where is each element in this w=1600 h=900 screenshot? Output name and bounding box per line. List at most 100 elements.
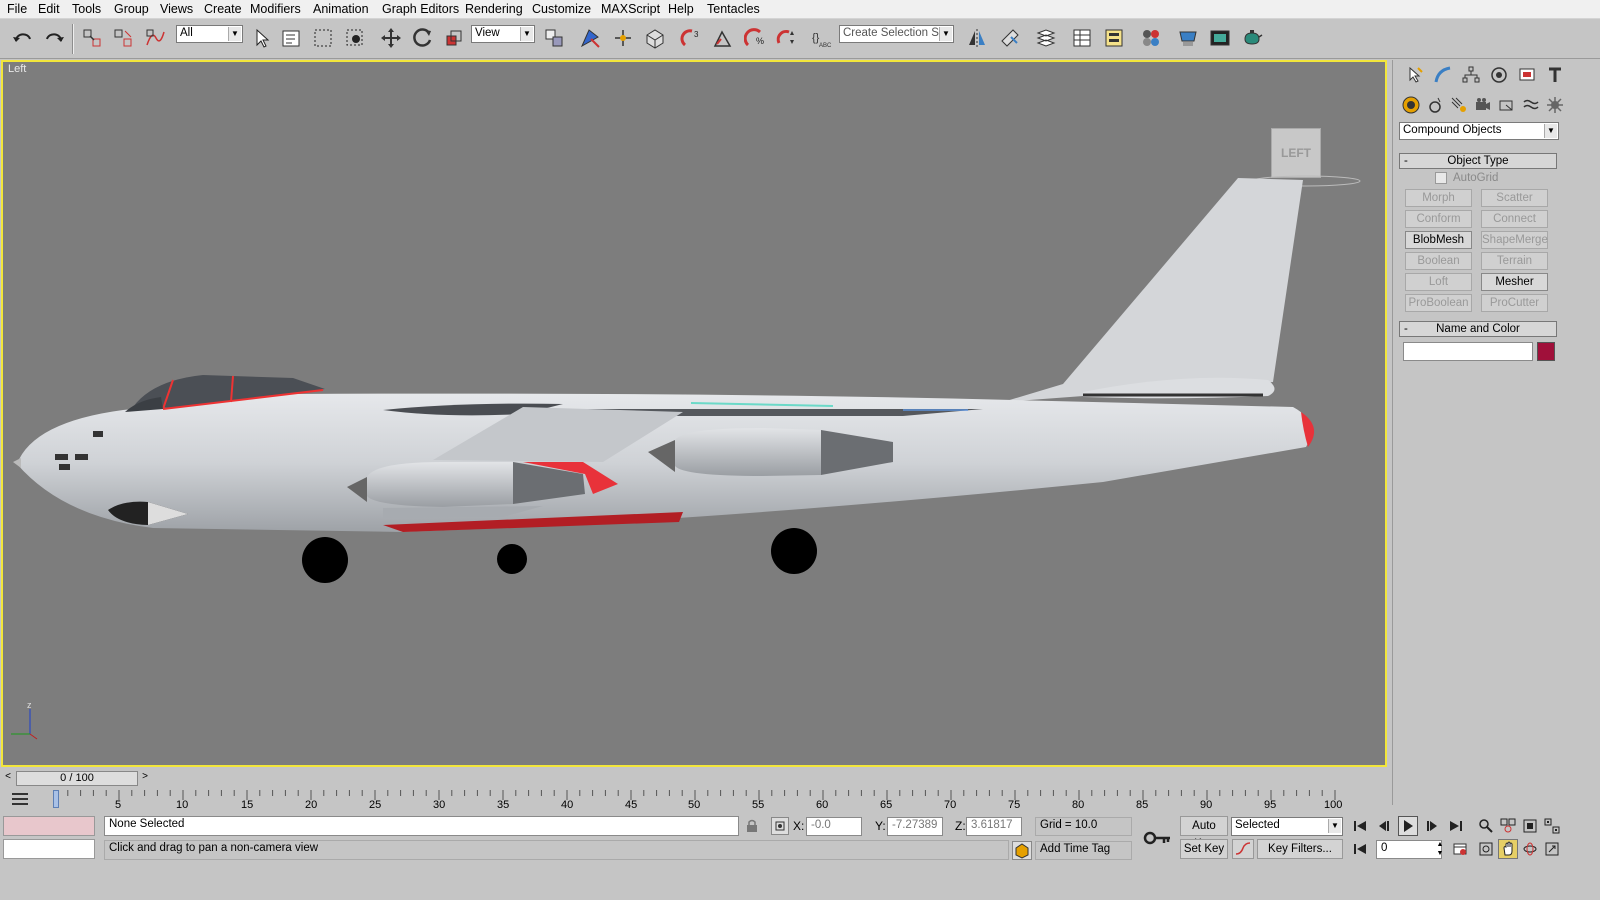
blobmesh-button[interactable]: BlobMesh <box>1405 231 1472 249</box>
menu-edit[interactable]: Edit <box>38 2 60 16</box>
undo-icon[interactable] <box>10 25 36 51</box>
display-tab-icon[interactable] <box>1515 64 1539 86</box>
next-frame-icon[interactable] <box>1421 816 1441 836</box>
snaps-toggle-icon[interactable] <box>642 25 668 51</box>
maximize-viewport-icon[interactable] <box>1542 839 1562 859</box>
zoom-all-icon[interactable] <box>1498 816 1518 836</box>
scatter-button[interactable]: Scatter <box>1481 189 1548 207</box>
prev-frame-arrow-icon[interactable]: < <box>2 771 14 786</box>
maxscript-listener-mini[interactable] <box>3 816 95 836</box>
maxscript-input[interactable] <box>3 839 95 859</box>
align-icon[interactable] <box>997 25 1023 51</box>
rectangular-selection-region-icon[interactable] <box>310 25 336 51</box>
time-slider[interactable]: < 0 / 100 > <box>0 770 1390 788</box>
aircraft-model[interactable] <box>3 62 1387 767</box>
select-object-icon[interactable] <box>249 25 275 51</box>
autogrid-checkbox[interactable] <box>1435 172 1447 184</box>
menu-tentacles[interactable]: Tentacles <box>707 2 760 16</box>
menu-rendering[interactable]: Rendering <box>465 2 523 16</box>
select-by-name-icon[interactable] <box>278 25 304 51</box>
key-mode-toggle-icon[interactable] <box>1350 839 1370 859</box>
object-type-rollout[interactable]: - Object Type <box>1399 153 1557 169</box>
shapes-category-icon[interactable] <box>1423 94 1447 116</box>
field-of-view-icon[interactable] <box>1476 839 1496 859</box>
time-tag-icon[interactable] <box>1012 841 1032 860</box>
previous-frame-icon[interactable] <box>1375 816 1395 836</box>
material-editor-icon[interactable] <box>1138 25 1164 51</box>
render-setup-icon[interactable] <box>1175 25 1201 51</box>
shapemerge-button[interactable]: ShapeMerge <box>1481 231 1548 249</box>
angle-snap-icon[interactable]: 3 <box>678 25 704 51</box>
menu-maxscript[interactable]: MAXScript <box>601 2 660 16</box>
lock-selection-icon[interactable] <box>746 819 758 833</box>
frame-spinner-icon[interactable]: ▲ ▼ <box>1436 840 1444 859</box>
keyboard-shortcut-override-icon[interactable] <box>610 25 636 51</box>
z-coord-field[interactable]: 3.61817 <box>966 817 1022 836</box>
conform-button[interactable]: Conform <box>1405 210 1472 228</box>
schematic-view-icon[interactable] <box>1101 25 1127 51</box>
mini-curve-editor-icon[interactable] <box>10 790 30 808</box>
go-to-end-icon[interactable] <box>1446 816 1466 836</box>
time-slider-thumb[interactable]: 0 / 100 <box>16 771 138 786</box>
cameras-category-icon[interactable] <box>1471 94 1495 116</box>
select-and-link-icon[interactable] <box>79 25 105 51</box>
proboolean-button[interactable]: ProBoolean <box>1405 294 1472 312</box>
select-and-rotate-icon[interactable] <box>410 25 436 51</box>
menu-group[interactable]: Group <box>114 2 149 16</box>
loft-button[interactable]: Loft <box>1405 273 1472 291</box>
set-key-icon[interactable] <box>1140 822 1174 854</box>
morph-button[interactable]: Morph <box>1405 189 1472 207</box>
curve-editor-icon[interactable] <box>1069 25 1095 51</box>
create-tab-icon[interactable] <box>1403 64 1427 86</box>
time-marker[interactable] <box>53 790 59 808</box>
zoom-icon[interactable] <box>1476 816 1496 836</box>
reference-coordinate-dropdown[interactable]: View ▼ <box>471 25 535 43</box>
key-mode-dropdown[interactable]: Selected ▼ <box>1231 817 1343 836</box>
key-filters-button[interactable]: Key Filters... <box>1257 839 1343 859</box>
spinner-snap-toggle-icon[interactable] <box>773 25 799 51</box>
y-coord-field[interactable]: -7.27389 <box>887 817 943 836</box>
rendered-frame-window-icon[interactable] <box>1207 25 1233 51</box>
percent-snap-icon[interactable] <box>710 25 736 51</box>
terrain-button[interactable]: Terrain <box>1481 252 1548 270</box>
hierarchy-tab-icon[interactable] <box>1459 64 1483 86</box>
named-selection-set-dropdown[interactable]: Create Selection Set ▼ <box>839 25 954 43</box>
set-key-button[interactable]: Set Key <box>1180 839 1228 859</box>
zoom-extents-icon[interactable] <box>1520 816 1540 836</box>
window-crossing-icon[interactable] <box>342 25 368 51</box>
edit-named-selection-icon[interactable]: {} ABC <box>808 25 834 51</box>
modify-tab-icon[interactable] <box>1431 64 1455 86</box>
name-and-color-rollout[interactable]: - Name and Color <box>1399 321 1557 337</box>
select-and-scale-icon[interactable] <box>441 25 467 51</box>
mesher-button[interactable]: Mesher <box>1481 273 1548 291</box>
selection-filter-dropdown[interactable]: All ▼ <box>176 25 243 43</box>
layer-manager-icon[interactable] <box>1033 25 1059 51</box>
connect-button[interactable]: Connect <box>1481 210 1548 228</box>
space-warps-category-icon[interactable] <box>1519 94 1543 116</box>
default-in-out-tangent-icon[interactable] <box>1232 839 1254 859</box>
utilities-tab-icon[interactable] <box>1543 64 1567 86</box>
spinner-snap-icon[interactable]: % <box>742 25 768 51</box>
time-configuration-icon[interactable] <box>1450 839 1470 859</box>
bind-space-warp-icon[interactable] <box>142 25 168 51</box>
quick-render-icon[interactable] <box>1239 25 1265 51</box>
select-and-manipulate-icon[interactable] <box>577 25 603 51</box>
go-to-start-icon[interactable] <box>1350 816 1370 836</box>
auto-key-button[interactable]: Auto Key <box>1180 816 1228 850</box>
systems-category-icon[interactable] <box>1543 94 1567 116</box>
menu-modifiers[interactable]: Modifiers <box>250 2 301 16</box>
track-bar[interactable]: 5 10 15 20 25 35 30 40 45 50 55 60 65 70… <box>0 788 1390 814</box>
object-name-input[interactable] <box>1403 342 1533 361</box>
menu-create[interactable]: Create <box>204 2 242 16</box>
menu-help[interactable]: Help <box>668 2 694 16</box>
procutter-button[interactable]: ProCutter <box>1481 294 1548 312</box>
unlink-selection-icon[interactable] <box>110 25 136 51</box>
absolute-mode-icon[interactable] <box>771 817 789 835</box>
menu-file[interactable]: File <box>7 2 27 16</box>
helpers-category-icon[interactable] <box>1495 94 1519 116</box>
geometry-category-icon[interactable] <box>1399 94 1423 116</box>
motion-tab-icon[interactable] <box>1487 64 1511 86</box>
boolean-button[interactable]: Boolean <box>1405 252 1472 270</box>
current-frame-field[interactable]: 0 <box>1376 840 1442 859</box>
category-dropdown[interactable]: Compound Objects ▼ <box>1399 122 1559 140</box>
